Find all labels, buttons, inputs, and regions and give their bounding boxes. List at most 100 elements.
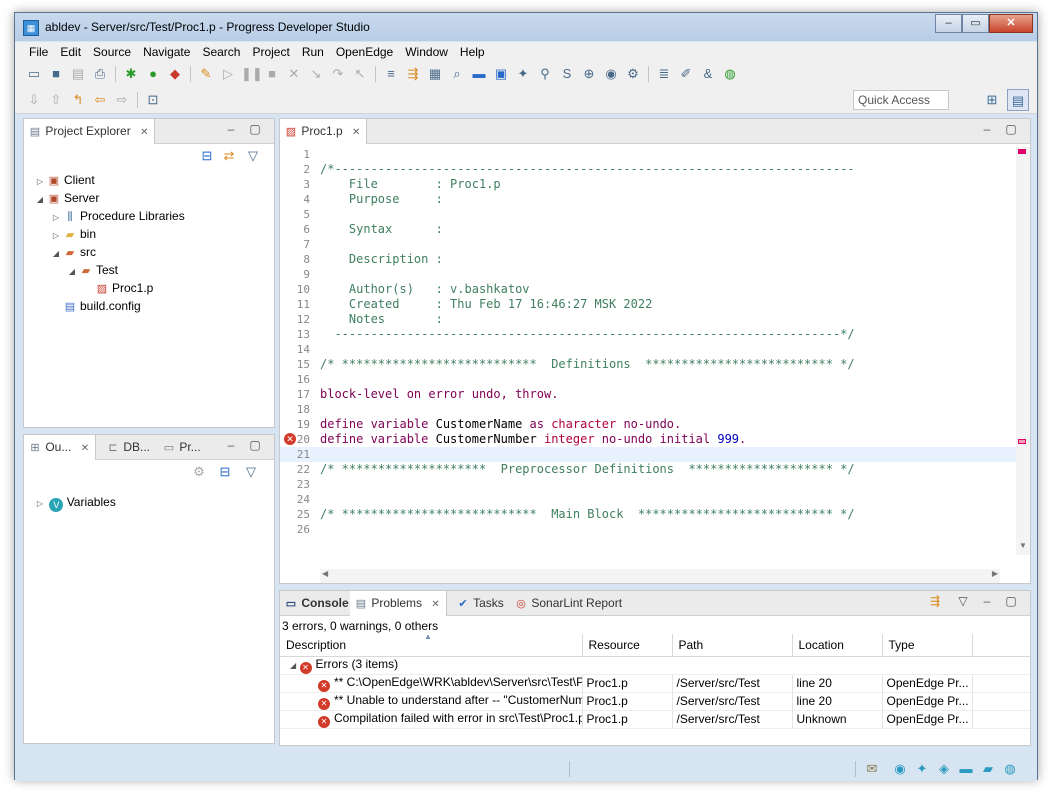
- minimize-icon[interactable]: –: [224, 122, 238, 138]
- code-line[interactable]: 14: [280, 342, 1030, 357]
- database-icon[interactable]: ≣: [655, 65, 673, 83]
- menu-file[interactable]: File: [23, 42, 54, 62]
- tree-item-src[interactable]: ◢ ▰ src: [50, 243, 96, 261]
- table-row[interactable]: ✕ ** C:\OpenEdge\WRK\abldev\Server\src\Te…: [280, 674, 1030, 693]
- syntax-icon[interactable]: S: [558, 65, 576, 83]
- tab-project-explorer[interactable]: ▤ Project Explorer ✕: [24, 119, 156, 144]
- forward-icon[interactable]: ⇨: [113, 91, 131, 109]
- save-icon[interactable]: ■: [47, 65, 65, 83]
- column-header-location[interactable]: Location: [792, 634, 883, 657]
- code-line[interactable]: 15 /* *************************** Definit…: [280, 357, 1030, 372]
- code-line[interactable]: 17 block-level on error undo, throw.: [280, 387, 1030, 402]
- maximize-icon[interactable]: ▢: [248, 438, 262, 454]
- tab-proc1[interactable]: ▨ Proc1.p ✕: [280, 119, 368, 144]
- zoom-icon[interactable]: ⊕: [580, 65, 598, 83]
- code-line[interactable]: 2 /*-------------------------------------…: [280, 162, 1030, 177]
- code-line[interactable]: 6 Syntax :: [280, 222, 1030, 237]
- globe-status-icon[interactable]: ◍: [1001, 761, 1019, 777]
- notification-icon[interactable]: ✉: [863, 761, 881, 777]
- code-line[interactable]: 3 File : Proc1.p: [280, 177, 1030, 192]
- tree-item-procedure-libraries[interactable]: ▷ ⫼ Procedure Libraries: [50, 207, 185, 225]
- star-icon[interactable]: ✦: [913, 761, 931, 777]
- dictionary-icon[interactable]: ⚲: [536, 65, 554, 83]
- column-header-path[interactable]: Path: [672, 634, 793, 657]
- view-menu-icon[interactable]: ▽: [244, 147, 262, 165]
- table-row-group-errors[interactable]: ◢ ✕ Errors (3 items): [280, 656, 1030, 675]
- menu-help[interactable]: Help: [454, 42, 491, 62]
- table-row[interactable]: ✕ Compilation failed with error in src\Te…: [280, 710, 1030, 729]
- monitor-icon[interactable]: ▬: [470, 65, 488, 83]
- link-icon[interactable]: &: [699, 65, 717, 83]
- code-line[interactable]: 9: [280, 267, 1030, 282]
- code-line[interactable]: 24: [280, 492, 1030, 507]
- collapse-all-icon[interactable]: ⊟: [216, 463, 234, 481]
- maximize-icon[interactable]: ▢: [248, 122, 262, 138]
- code-line[interactable]: 10 Author(s) : v.bashkatov: [280, 282, 1030, 297]
- tree-item-proc1-p[interactable]: ▨ Proc1.p: [82, 279, 154, 297]
- tab-properties[interactable]: ▭ Pr...: [158, 435, 207, 460]
- menu-window[interactable]: Window: [399, 42, 454, 62]
- tab-db-navigator[interactable]: ⊏ DB...: [102, 435, 156, 460]
- debug-icon[interactable]: ✱: [122, 65, 140, 83]
- maximize-icon[interactable]: ▢: [1004, 122, 1018, 138]
- folder-status-icon[interactable]: ▰: [979, 761, 997, 777]
- menu-source[interactable]: Source: [87, 42, 137, 62]
- menu-edit[interactable]: Edit: [54, 42, 87, 62]
- code-line[interactable]: 26: [280, 522, 1030, 537]
- tools-icon[interactable]: ⚙: [624, 65, 642, 83]
- tab-outline[interactable]: ⊞ Ou... ✕: [24, 435, 97, 460]
- editor-vertical-scrollbar[interactable]: ▲ ▼: [1016, 147, 1030, 555]
- step-over-icon[interactable]: ↷: [329, 65, 347, 83]
- column-header-type[interactable]: Type: [882, 634, 973, 657]
- expanded-arrow-icon[interactable]: ◢: [66, 263, 78, 281]
- presentation-icon[interactable]: ▬: [957, 761, 975, 777]
- maximize-icon[interactable]: ▢: [1004, 594, 1018, 610]
- tab-console[interactable]: ▭ Console: [280, 591, 355, 616]
- compile-icon[interactable]: ⇶: [404, 65, 422, 83]
- menu-project[interactable]: Project: [246, 42, 295, 62]
- menu-search[interactable]: Search: [196, 42, 246, 62]
- step-into-icon[interactable]: ↘: [307, 65, 325, 83]
- tree-item-test[interactable]: ◢ ▰ Test: [66, 261, 118, 279]
- tree-item-client[interactable]: ▷ ▣ Client: [34, 171, 95, 189]
- expanded-arrow-icon[interactable]: ◢: [290, 661, 296, 670]
- code-line[interactable]: 11 Created : Thu Feb 17 16:46:27 MSK 202…: [280, 297, 1030, 312]
- step-return-icon[interactable]: ↖: [351, 65, 369, 83]
- column-header-description[interactable]: Description ▲: [280, 634, 583, 657]
- tab-sonarlint-report[interactable]: ◎ SonarLint Report: [510, 591, 628, 616]
- terminate-icon[interactable]: ■: [263, 65, 281, 83]
- code-line[interactable]: 5: [280, 207, 1030, 222]
- focus-on-workspace-icon[interactable]: ⇶: [928, 594, 942, 610]
- tree-item-bin[interactable]: ▷ ▰ bin: [50, 225, 96, 243]
- appbuilder-icon[interactable]: ✦: [514, 65, 532, 83]
- collapsed-arrow-icon[interactable]: ▷: [34, 495, 46, 513]
- tree-item-variables[interactable]: ▷ V Variables: [34, 493, 116, 513]
- overview-error-marker[interactable]: [1018, 439, 1026, 444]
- close-tab-icon[interactable]: ✕: [81, 443, 89, 454]
- menu-navigate[interactable]: Navigate: [137, 42, 196, 62]
- brush-icon[interactable]: ✐: [677, 65, 695, 83]
- new-icon[interactable]: ▭: [25, 65, 43, 83]
- expanded-arrow-icon[interactable]: ◢: [50, 245, 62, 263]
- quick-access-input[interactable]: Quick Access: [853, 90, 949, 110]
- external-tools-icon[interactable]: ◆: [166, 65, 184, 83]
- code-line[interactable]: 7: [280, 237, 1030, 252]
- code-line[interactable]: 8 Description :: [280, 252, 1030, 267]
- print-icon[interactable]: ⎙: [91, 65, 109, 83]
- menu-openedge[interactable]: OpenEdge: [330, 42, 399, 62]
- collapse-all-icon[interactable]: ⊟: [198, 147, 216, 165]
- build-icon[interactable]: ✎: [197, 65, 215, 83]
- previous-annotation-icon[interactable]: ⇧: [47, 91, 65, 109]
- back-icon[interactable]: ⇦: [91, 91, 109, 109]
- tree-item-server[interactable]: ◢ ▣ Server: [34, 189, 99, 207]
- filter-icon[interactable]: ⚙: [190, 463, 208, 481]
- code-editor[interactable]: 1 2/*------------------------------------…: [280, 147, 1030, 567]
- run-icon[interactable]: ●: [144, 65, 162, 83]
- maximize-window-button[interactable]: ▭: [962, 14, 989, 33]
- code-line[interactable]: 1: [280, 147, 1030, 162]
- openedge-perspective-icon[interactable]: ▤: [1007, 89, 1029, 111]
- close-tab-icon[interactable]: ✕: [352, 127, 360, 138]
- table-row[interactable]: ✕ ** Unable to understand after -- "Custo…: [280, 692, 1030, 711]
- query-icon[interactable]: ◉: [602, 65, 620, 83]
- view-menu-icon[interactable]: ▽: [956, 594, 970, 610]
